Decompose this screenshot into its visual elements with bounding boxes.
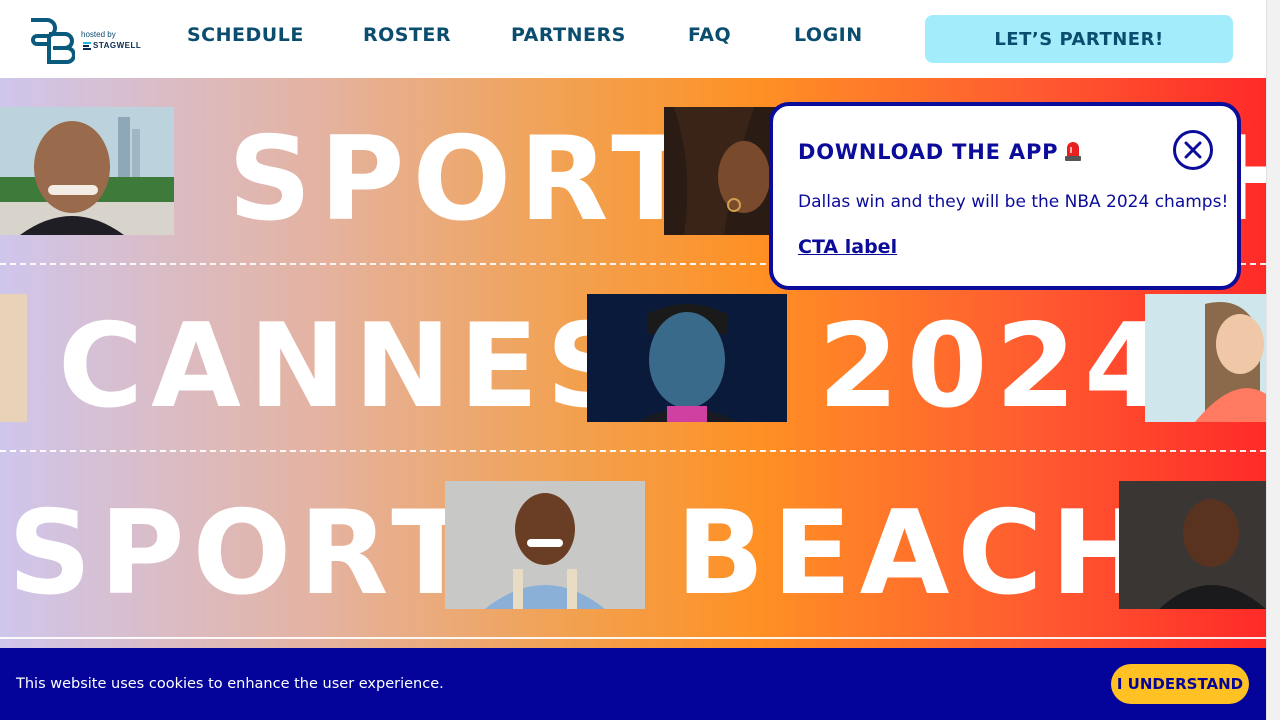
stagwell-label: STAGWELL	[93, 41, 142, 50]
speaker-photo-3	[0, 294, 27, 422]
nav-faq[interactable]: FAQ	[688, 24, 731, 46]
hero-divider-2	[0, 450, 1266, 452]
stagwell-icon	[83, 42, 91, 50]
popup-cta-link[interactable]: CTA label	[798, 236, 897, 258]
hero-word-beach: BEACH	[676, 486, 1156, 621]
lets-partner-button[interactable]: LET’S PARTNER!	[925, 15, 1233, 63]
cookie-message: This website uses cookies to enhance the…	[16, 676, 444, 692]
close-icon	[1184, 141, 1202, 159]
popup-close-button[interactable]	[1173, 130, 1213, 170]
nav-schedule[interactable]: SCHEDULE	[187, 24, 304, 46]
hosted-by-label: hosted by	[81, 30, 116, 39]
sb-logo-icon	[31, 18, 75, 64]
site-header: hosted by STAGWELL SCHEDULE ROSTER PARTN…	[0, 0, 1266, 78]
page-scrollbar[interactable]	[1266, 0, 1280, 720]
speaker-photo-4	[587, 294, 787, 422]
speaker-photo-1	[0, 107, 174, 235]
hero-word-sport-2: SPORT	[8, 486, 479, 621]
speaker-photo-2	[664, 107, 784, 235]
nav-roster[interactable]: ROSTER	[363, 24, 451, 46]
cookie-accept-button[interactable]: I UNDERSTAND	[1111, 664, 1249, 704]
cookie-consent-bar: This website uses cookies to enhance the…	[0, 648, 1266, 720]
speaker-photo-5	[1145, 294, 1266, 422]
nav-partners[interactable]: PARTNERS	[511, 24, 626, 46]
sport-beach-logo[interactable]: hosted by STAGWELL	[27, 14, 147, 64]
download-app-popup: DOWNLOAD THE APP Dallas win and they wil…	[769, 102, 1241, 290]
speaker-photo-6	[445, 481, 645, 609]
hero-bottom-line	[0, 637, 1266, 639]
nav-login[interactable]: LOGIN	[794, 24, 863, 46]
popup-message: Dallas win and they will be the NBA 2024…	[798, 192, 1229, 212]
popup-title: DOWNLOAD THE APP	[798, 139, 1082, 164]
hero-word-cannes: CANNES	[58, 299, 638, 434]
speaker-photo-7	[1119, 481, 1266, 609]
hero-word-2024: 2024	[818, 299, 1173, 434]
hero-word-sport: SPORT	[228, 112, 699, 247]
popup-title-text: DOWNLOAD THE APP	[798, 140, 1059, 164]
siren-icon	[1065, 142, 1082, 161]
